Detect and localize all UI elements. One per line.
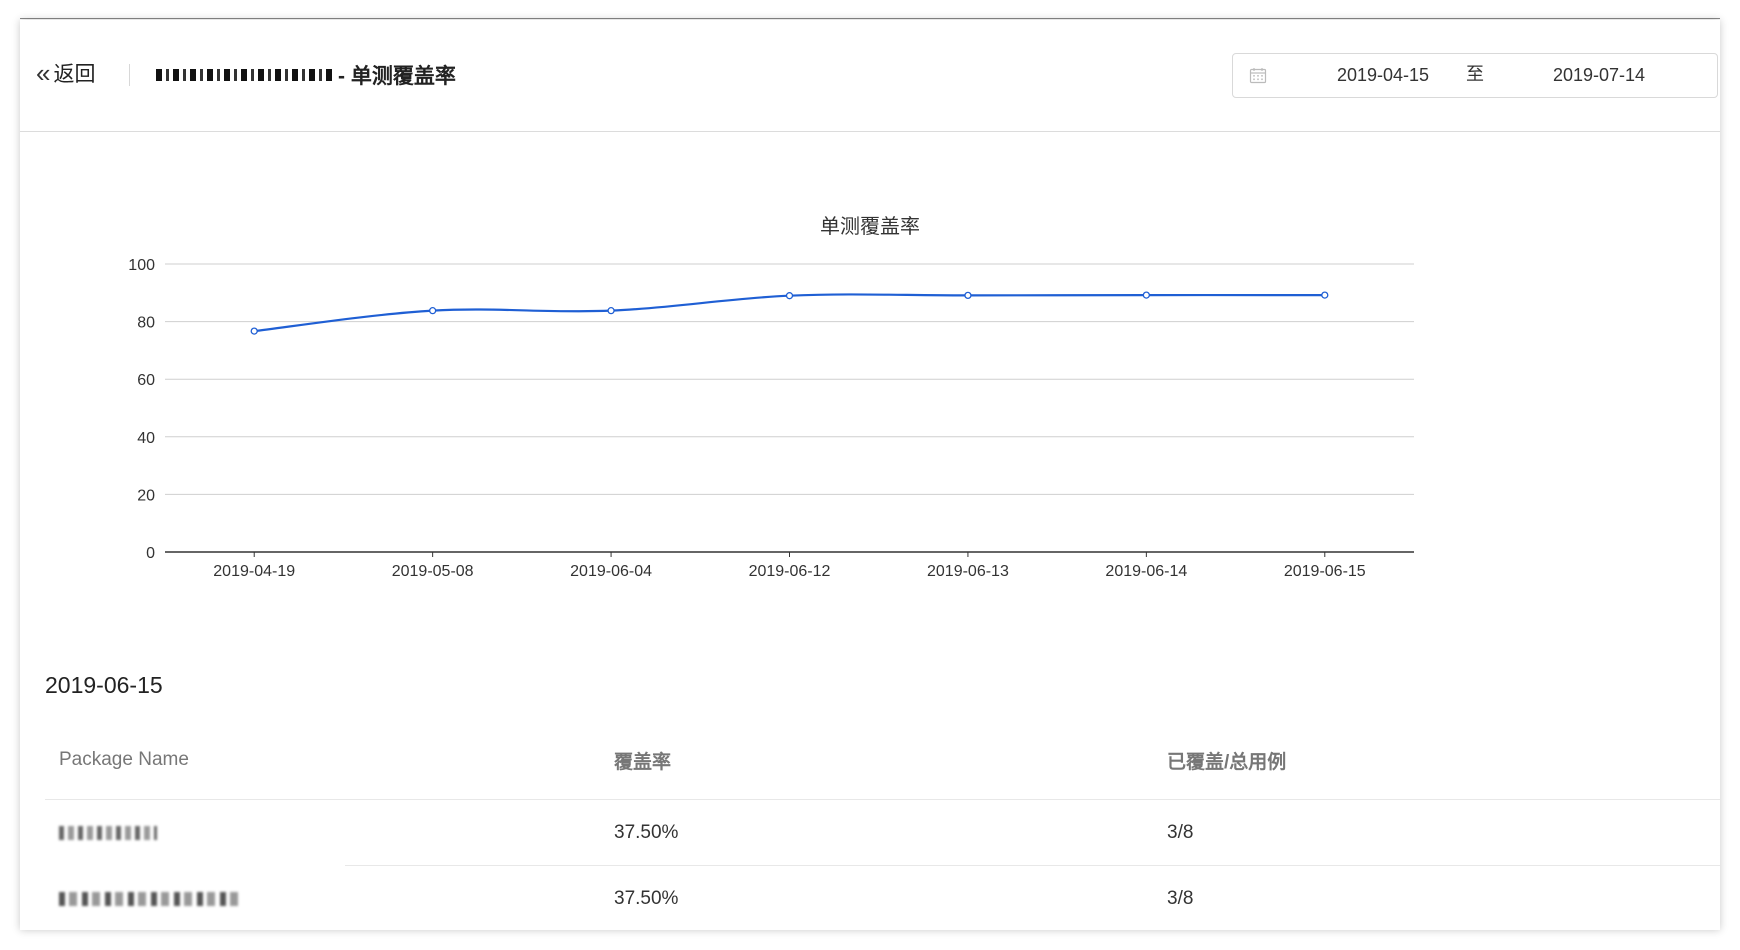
data-point[interactable] [1321, 291, 1329, 299]
coverage-line-chart: 单测覆盖率 020406080100 2019-04-19 2019-05-08 2… [128, 215, 1414, 580]
end-date-input[interactable]: 2019-07-14 [1529, 54, 1669, 97]
y-tick-label: 100 [128, 257, 155, 274]
coverage-cell: 37.50% [614, 822, 679, 843]
page-title: - 单测覆盖率 [156, 60, 456, 90]
y-tick-label: 0 [146, 545, 155, 562]
y-axis: 0 20 40 60 80 100 [128, 257, 155, 562]
y-tick-label: 40 [137, 430, 155, 447]
ratio-cell: 3/8 [1167, 888, 1194, 909]
x-axis: 2019-04-19 2019-05-08 2019-06-04 2019-06-12… [213, 552, 1366, 580]
x-tick-label: 2019-06-04 [570, 563, 652, 580]
package-name-redacted [59, 866, 243, 930]
chart-series [250, 291, 1329, 335]
table-header-row: Package Name 覆盖率 已覆盖/总用例 [45, 720, 1720, 800]
back-button[interactable]: « 返回 [36, 56, 95, 90]
data-point[interactable] [250, 327, 258, 335]
date-range-picker[interactable]: 2019-04-15 至 2019-07-14 [1232, 53, 1718, 98]
detail-date-heading: 2019-06-15 [45, 672, 163, 698]
data-point[interactable] [964, 291, 972, 300]
table-row[interactable]: 37.50% 3/8 [45, 800, 1720, 866]
x-tick-label: 2019-06-12 [749, 563, 831, 580]
data-point[interactable] [1142, 291, 1151, 299]
header-divider [129, 64, 130, 86]
chart-title: 单测覆盖率 [820, 215, 920, 238]
column-header-package: Package Name [59, 749, 189, 770]
redacted-project-name [156, 66, 332, 84]
column-header-coverage: 覆盖率 [614, 751, 672, 773]
y-tick-label: 80 [137, 315, 155, 332]
coverage-cell: 37.50% [614, 888, 679, 909]
start-date-input[interactable]: 2019-04-15 [1313, 54, 1453, 97]
data-point[interactable] [428, 307, 437, 315]
y-tick-label: 20 [137, 487, 155, 504]
series-line [254, 293, 1325, 333]
x-tick-label: 2019-06-15 [1284, 563, 1366, 580]
calendar-icon [1249, 67, 1267, 90]
window-top-border [20, 18, 1720, 19]
page-header: « 返回 - 单测覆盖率 2019-04-15 至 2019-07-14 [20, 20, 1720, 132]
double-chevron-left-icon: « [36, 58, 51, 88]
page-title-suffix: - 单测覆盖率 [338, 65, 456, 88]
x-tick-label: 2019-05-08 [392, 563, 474, 580]
date-separator: 至 [1466, 64, 1484, 84]
back-label: 返回 [53, 63, 96, 86]
y-tick-label: 60 [137, 372, 155, 389]
main-card: « 返回 - 单测覆盖率 2019-04-15 至 2019-07-14 单测覆… [20, 20, 1720, 930]
data-point[interactable] [785, 292, 794, 300]
x-tick-label: 2019-06-13 [927, 563, 1009, 580]
data-point[interactable] [607, 307, 615, 315]
ratio-cell: 3/8 [1167, 822, 1194, 843]
coverage-table: Package Name 覆盖率 已覆盖/总用例 37.50% 3/8 37.5… [45, 720, 1720, 930]
x-tick-label: 2019-06-14 [1105, 563, 1187, 580]
x-tick-label: 2019-04-19 [213, 563, 295, 580]
table-row[interactable]: 37.50% 3/8 [45, 866, 1720, 930]
chart-grid [165, 263, 1414, 553]
package-name-redacted [59, 800, 157, 866]
column-header-ratio: 已覆盖/总用例 [1167, 751, 1287, 773]
